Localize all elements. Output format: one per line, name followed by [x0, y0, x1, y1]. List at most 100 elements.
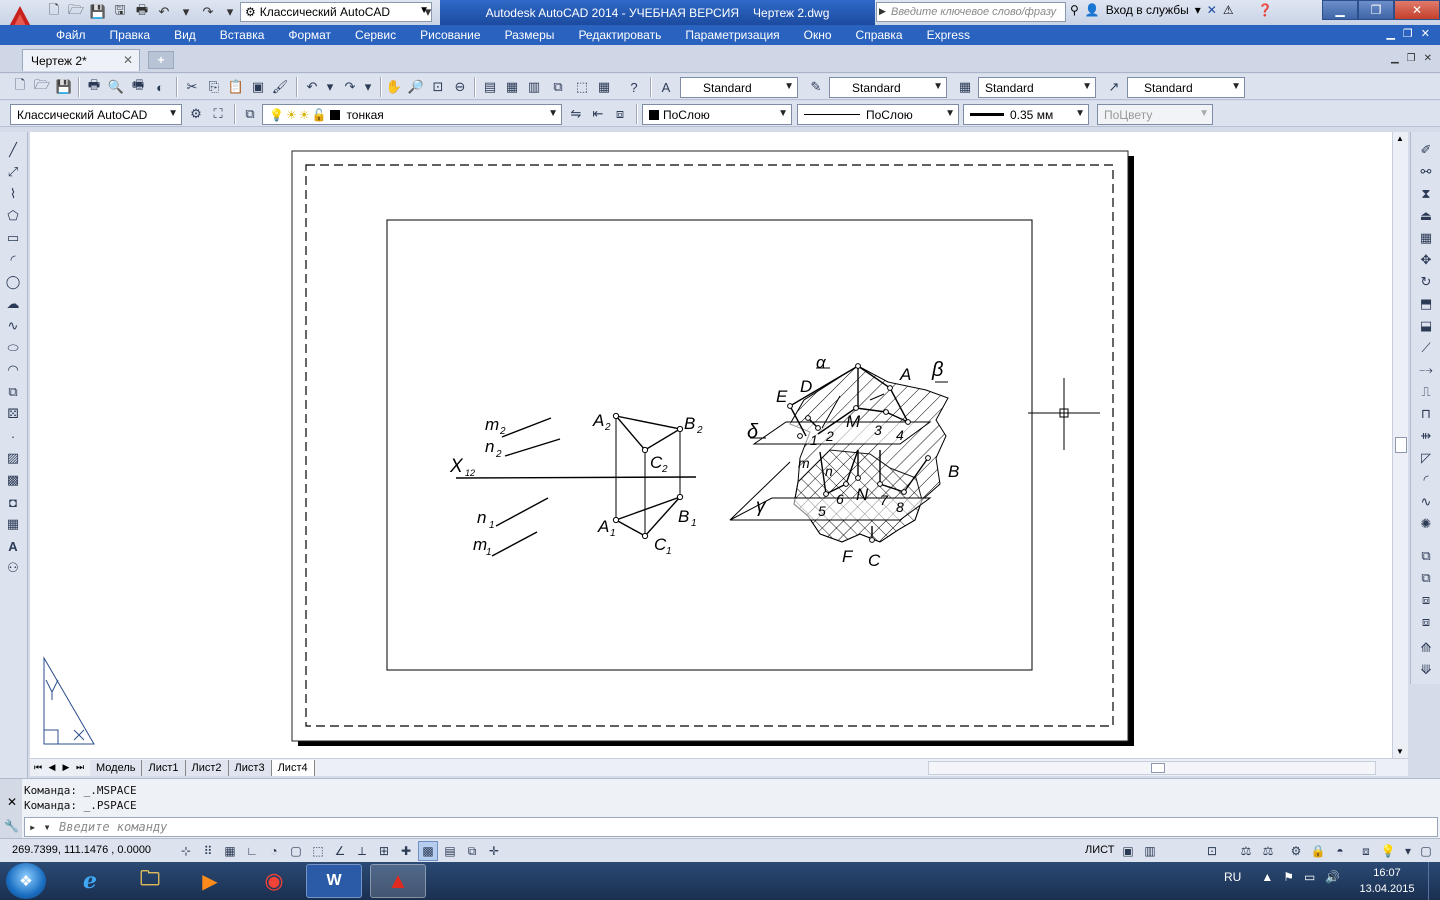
paste-icon[interactable]: 📋 [226, 77, 246, 97]
command-prompt-icon[interactable]: ▸ ▾ [29, 820, 51, 834]
quick-view-layouts-icon[interactable]: ▣ [1118, 841, 1138, 861]
explode-icon[interactable]: ✺ [1416, 514, 1436, 534]
command-input[interactable]: ▸ ▾ Введите команду [24, 817, 1438, 837]
quick-view-drawings-icon[interactable]: ▥ [1140, 841, 1160, 861]
autocad-task-icon[interactable]: ▲ [370, 864, 426, 898]
help-icon[interactable]: ? [624, 77, 644, 97]
tab-sheet4[interactable]: Лист4 [271, 759, 315, 776]
new-file-icon[interactable]: 🗋 [44, 2, 64, 22]
status-menu-icon[interactable]: ▾ [1398, 841, 1418, 861]
mleader-style-select[interactable]: Standard ▼ [1127, 77, 1245, 98]
calculator-icon[interactable]: ▦ [594, 77, 614, 97]
ellipse-icon[interactable]: ⬭ [3, 338, 23, 358]
text-style-icon[interactable]: A [656, 77, 676, 97]
ellipse-arc-icon[interactable]: ◠ [3, 360, 23, 380]
isolate-objects-icon[interactable]: ⧈ [1356, 841, 1376, 861]
bring-above-icon[interactable]: ⧈ [1416, 590, 1436, 610]
expand-arrow-icon[interactable]: ▶ [879, 6, 886, 17]
circle-icon[interactable]: ◯ [3, 272, 23, 292]
clock[interactable]: 16:07 13.04.2015 [1352, 865, 1422, 897]
horizontal-scroll-thumb[interactable] [1151, 763, 1165, 773]
network-icon[interactable]: ▭ [1304, 870, 1315, 884]
search-input[interactable]: ▶ Введите ключевое слово/фразу [876, 2, 1066, 22]
undo-icon[interactable]: ↶ [302, 77, 322, 97]
plot-preview-icon[interactable]: 🔍 [106, 77, 126, 97]
customize-command-icon[interactable]: 🔧 [4, 819, 19, 833]
new-icon[interactable]: 🗋 [10, 77, 30, 97]
line-icon[interactable]: ╱ [3, 140, 23, 160]
first-tab-icon[interactable]: ⏮ [32, 762, 44, 773]
prev-tab-icon[interactable]: ◀ [46, 762, 58, 773]
mirror-icon[interactable]: ⧗ [1416, 184, 1436, 204]
workspace-switching-icon[interactable]: ⚙ [1286, 841, 1306, 861]
layer-state-icon[interactable]: ⧈ [610, 104, 630, 124]
tab-minimize-icon[interactable]: ▁ [1391, 53, 1399, 64]
table-style-select[interactable]: Standard ▼ [978, 77, 1096, 98]
binoculars-icon[interactable]: ⚲ [1070, 3, 1079, 17]
volume-icon[interactable]: 🔊 [1325, 870, 1340, 884]
tab-restore-icon[interactable]: ❐ [1407, 53, 1416, 64]
make-block-icon[interactable]: ⚄ [3, 404, 23, 424]
sheet-set-icon[interactable]: ⧉ [548, 77, 568, 97]
layer-select[interactable]: 💡 ☀ ☀ 🔓 тонкая ▼ [262, 104, 562, 125]
action-center-icon[interactable]: ⚑ [1283, 870, 1294, 884]
user-icon[interactable]: 👤 [1085, 3, 1100, 17]
extend-icon[interactable]: ⤍ [1416, 360, 1436, 380]
workspace-settings-icon[interactable]: ⚙ [186, 104, 206, 124]
object-snap-tracking-icon[interactable]: ∠ [330, 841, 350, 861]
menu-insert[interactable]: Вставка [220, 28, 265, 42]
save-icon[interactable]: 💾 [88, 2, 108, 22]
menu-parametric[interactable]: Параметризация [685, 28, 779, 42]
command-window-handle[interactable]: ✕ 🔧 [0, 779, 22, 839]
arc-icon[interactable]: ◜ [3, 250, 23, 270]
lineweight-select[interactable]: 0.35 мм ▼ [963, 104, 1089, 125]
save-as-icon[interactable]: 🖫 [110, 2, 130, 22]
last-tab-icon[interactable]: ⏭ [74, 762, 86, 773]
blend-curves-icon[interactable]: ∿ [1416, 492, 1436, 512]
tab-close-icon[interactable]: ✕ [1424, 53, 1432, 64]
table-style-icon[interactable]: ▦ [955, 77, 975, 97]
tool-palettes-icon[interactable]: ▥ [524, 77, 544, 97]
redo-dropdown-icon[interactable]: ▾ [220, 2, 240, 22]
maximize-icon[interactable]: ❐ [1358, 0, 1394, 20]
open-icon[interactable]: 🗁 [32, 77, 52, 97]
table-icon[interactable]: ▦ [3, 514, 23, 534]
text-style-select[interactable]: Standard ▼ [680, 77, 798, 98]
clean-screen-icon[interactable]: ▢ [1416, 841, 1436, 861]
zoom-window-icon[interactable]: ⊡ [428, 77, 448, 97]
color-select[interactable]: ПоСлою ▼ [642, 104, 792, 125]
layer-manager-icon[interactable]: ⧉ [240, 104, 260, 124]
vertical-scroll-thumb[interactable] [1395, 437, 1407, 453]
annotation-visibility-icon[interactable]: ⚖ [1258, 841, 1278, 861]
join-icon[interactable]: ⇻ [1416, 426, 1436, 446]
exchange-icon[interactable]: ✕ [1207, 3, 1217, 17]
redo-icon[interactable]: ↷ [340, 77, 360, 97]
hatch-to-back-icon[interactable]: ⟱ [1416, 660, 1436, 680]
point-icon[interactable]: · [3, 426, 23, 446]
paste-block-icon[interactable]: ▣ [248, 77, 268, 97]
next-tab-icon[interactable]: ▶ [60, 762, 72, 773]
horizontal-scrollbar[interactable] [928, 761, 1376, 775]
scroll-down-icon[interactable]: ▼ [1396, 747, 1404, 756]
tab-sheet3[interactable]: Лист3 [228, 759, 272, 776]
media-player-icon[interactable]: ▶ [182, 864, 238, 898]
linetype-select[interactable]: ПоСлою ▼ [797, 104, 959, 125]
document-tab[interactable]: Чертеж 2* ✕ [22, 49, 140, 71]
mleader-style-icon[interactable]: ↗ [1104, 77, 1124, 97]
lineweight-display-icon[interactable]: ✚ [396, 841, 416, 861]
undo-dropdown-icon[interactable]: ▾ [176, 2, 196, 22]
close-command-icon[interactable]: ✕ [7, 795, 17, 809]
offset-icon[interactable]: ⏏ [1416, 206, 1436, 226]
undo-icon[interactable]: ↶ [154, 2, 174, 22]
internet-explorer-icon[interactable]: ℯ [62, 864, 118, 898]
new-tab-button[interactable]: + [148, 51, 174, 69]
drawing-canvas[interactable]: m 2 n 2 X 12 n 1 m 1 A 2 B 2 C 2 A 1 B 1… [30, 132, 1392, 758]
menu-express[interactable]: Express [927, 28, 970, 42]
undo-dropdown-icon[interactable]: ▾ [320, 77, 340, 97]
rectangle-icon[interactable]: ▭ [3, 228, 23, 248]
draw-order-back-icon[interactable]: ⧉ [1416, 568, 1436, 588]
dim-style-icon[interactable]: ✎ [806, 77, 826, 97]
layer-previous-icon[interactable]: ⇤ [588, 104, 608, 124]
menu-help[interactable]: Справка [856, 28, 903, 42]
redo-dropdown-icon[interactable]: ▾ [358, 77, 378, 97]
